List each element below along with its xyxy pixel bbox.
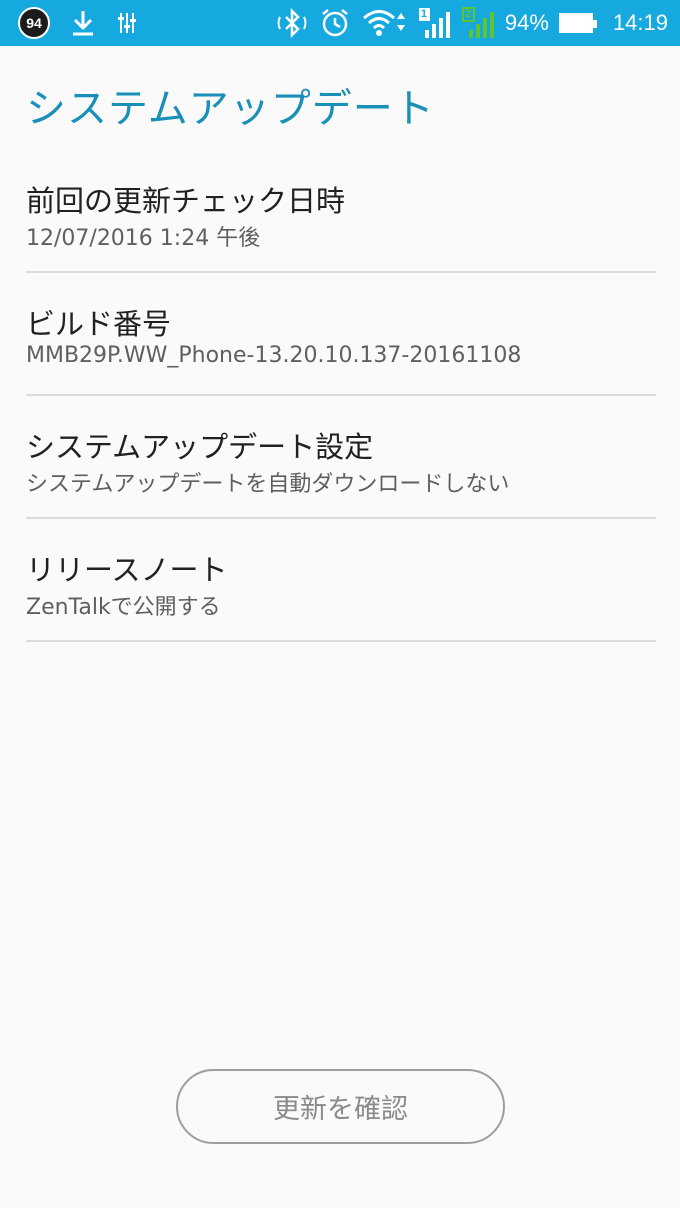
download-icon	[70, 6, 96, 40]
signal-sim1-icon: 1	[417, 6, 451, 40]
page-title: システムアップデート	[26, 86, 435, 132]
item-subtitle: ZenTalkで公開する	[26, 595, 221, 620]
item-title: システムアップデート設定	[26, 430, 374, 464]
item-title: リリースノート	[26, 553, 228, 587]
item-subtitle: システムアップデートを自動ダウンロードしない	[26, 472, 510, 497]
settings-list: 前回の更新チェック日時 12/07/2016 1:24 午後 ビルド番号 MMB…	[26, 150, 656, 642]
sim1-label: 1	[420, 8, 428, 20]
equalizer-icon	[116, 6, 138, 40]
status-bar: 94 1 2 94% 14:19	[0, 0, 680, 46]
battery-icon	[558, 13, 597, 33]
sim2-label: 2	[464, 8, 472, 20]
item-subtitle: 12/07/2016 1:24 午後	[26, 226, 261, 251]
bluetooth-icon	[275, 6, 309, 40]
wifi-icon	[361, 6, 407, 40]
clock: 14:19	[612, 10, 668, 35]
signal-sim2-icon: 2	[461, 6, 495, 40]
list-item-release-notes[interactable]: リリースノート ZenTalkで公開する	[26, 519, 656, 642]
item-title: ビルド番号	[26, 307, 172, 341]
item-title: 前回の更新チェック日時	[26, 184, 346, 218]
list-item-build-number: ビルド番号 MMB29P.WW_Phone-13.20.10.137-20161…	[26, 273, 656, 396]
battery-percent: 94%	[504, 10, 549, 35]
list-item-update-settings[interactable]: システムアップデート設定 システムアップデートを自動ダウンロードしない	[26, 396, 656, 519]
notification-badge: 94	[18, 7, 50, 39]
alarm-icon	[319, 6, 351, 40]
list-item-last-check: 前回の更新チェック日時 12/07/2016 1:24 午後	[26, 150, 656, 273]
item-subtitle: MMB29P.WW_Phone-13.20.10.137-20161108	[26, 343, 522, 368]
check-update-button[interactable]: 更新を確認	[176, 1069, 505, 1144]
